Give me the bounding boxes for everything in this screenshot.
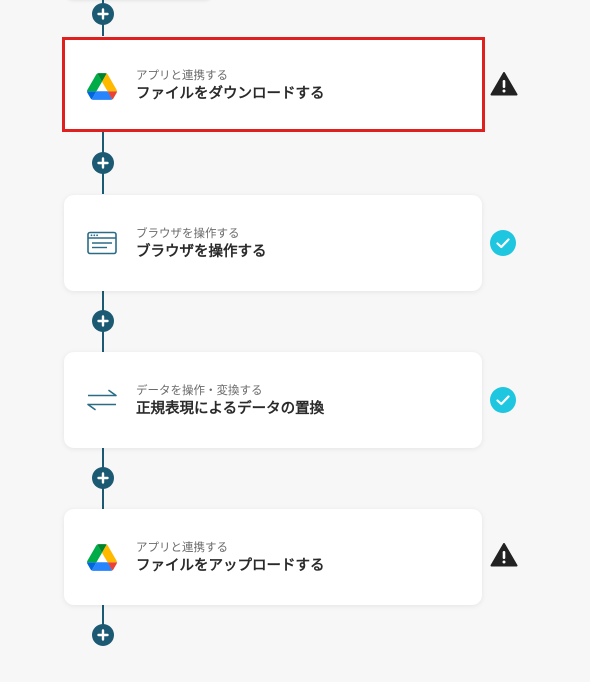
step-card-browser-operation[interactable]: ブラウザを操作する ブラウザを操作する [64, 195, 482, 291]
warning-icon [490, 542, 518, 570]
add-step-button[interactable] [92, 624, 114, 646]
add-step-button[interactable] [92, 310, 114, 332]
step-title: ファイルをアップロードする [136, 558, 325, 574]
plus-icon [97, 629, 109, 641]
plus-icon [97, 472, 109, 484]
step-category-label: ブラウザを操作する [136, 226, 240, 240]
add-step-button[interactable] [92, 467, 114, 489]
google-drive-icon [86, 70, 118, 102]
swap-arrows-icon [86, 384, 118, 416]
browser-window-icon [86, 227, 118, 259]
step-card-data-transform[interactable]: データを操作・変換する 正規表現によるデータの置換 [64, 352, 482, 448]
plus-icon [97, 157, 109, 169]
step-card-download-file[interactable]: アプリと連携する ファイルをダウンロードする [62, 37, 485, 132]
step-card-upload-file[interactable]: アプリと連携する ファイルをアップロードする [64, 509, 482, 605]
check-circle-icon [489, 229, 517, 257]
warning-icon [490, 71, 518, 99]
add-step-button[interactable] [92, 152, 114, 174]
step-title: 正規表現によるデータの置換 [136, 401, 325, 417]
step-category-label: アプリと連携する [136, 540, 228, 554]
step-category-label: アプリと連携する [136, 68, 228, 82]
step-category-label: データを操作・変換する [136, 383, 263, 397]
workflow-canvas: アプリと連携する ファイルをダウンロードする ブラウザを操作する ブラウザを操作… [0, 0, 590, 682]
step-title: ブラウザを操作する [136, 244, 267, 260]
google-drive-icon [86, 541, 118, 573]
plus-icon [97, 315, 109, 327]
add-step-button[interactable] [92, 3, 114, 25]
plus-icon [97, 8, 109, 20]
check-circle-icon [489, 386, 517, 414]
step-title: ファイルをダウンロードする [136, 86, 325, 102]
